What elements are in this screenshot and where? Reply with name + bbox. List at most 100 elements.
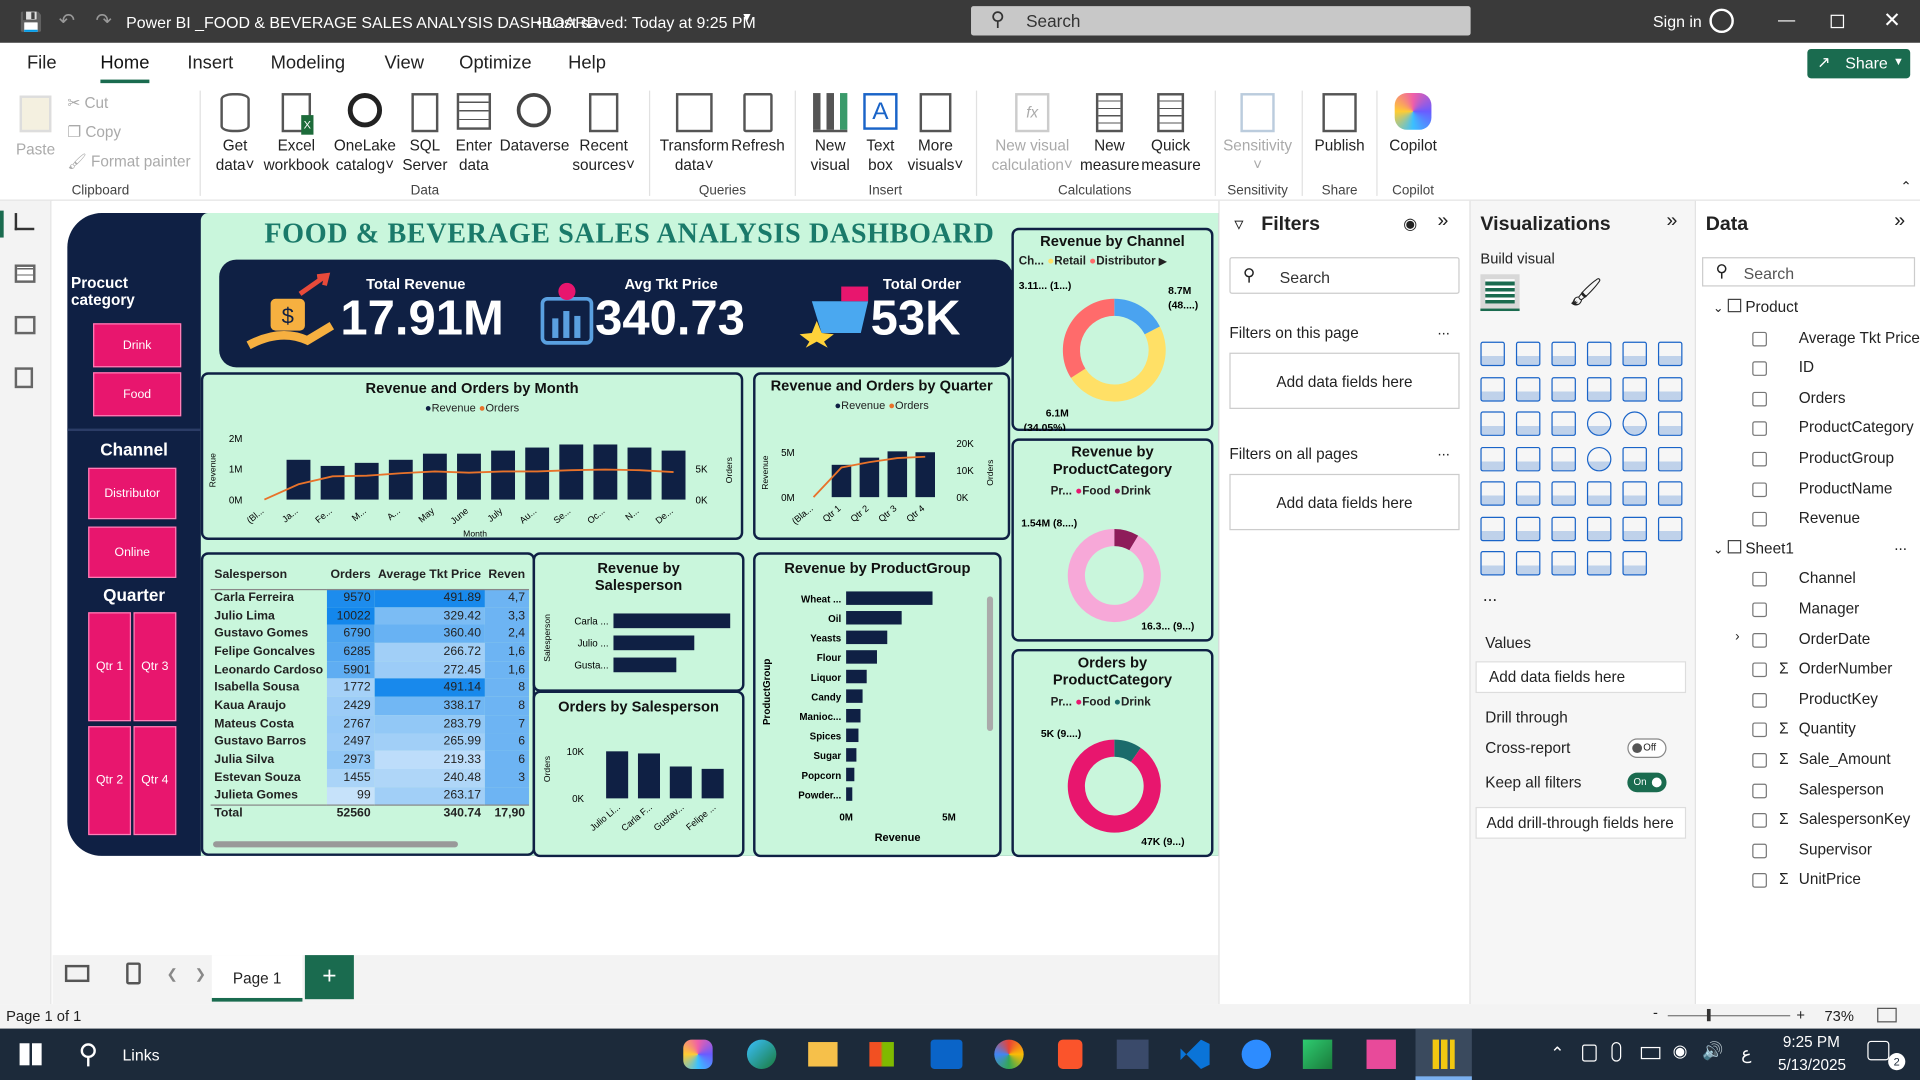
table-view-icon[interactable] <box>14 264 36 283</box>
account-icon[interactable] <box>1709 8 1734 34</box>
zoom-out-icon[interactable]: - <box>1653 1004 1658 1021</box>
app-icon[interactable] <box>1302 1039 1333 1069</box>
diamond-icon[interactable] <box>1586 551 1612 576</box>
format-visual-icon[interactable]: 🖌 <box>1569 277 1603 309</box>
line-chart-icon[interactable] <box>1480 376 1505 402</box>
table-row[interactable]: Leonardo Cardoso 5901 272.45 1,6 <box>211 660 529 679</box>
field-checkbox[interactable] <box>1752 632 1767 648</box>
redo-icon[interactable]: ↷ <box>96 9 112 33</box>
chart-quarter[interactable]: Revenue and Orders by Quarter ●Revenue ●… <box>753 372 1011 541</box>
slicer-item-food[interactable]: Food <box>93 372 182 417</box>
search-icon[interactable]: ⚲ <box>78 1038 98 1070</box>
volume-icon[interactable]: 🔊 <box>1702 1041 1723 1062</box>
100-bar-icon[interactable] <box>1622 341 1647 367</box>
field-checkbox[interactable] <box>1752 662 1767 678</box>
azure-map-icon[interactable] <box>1551 446 1576 471</box>
share-button[interactable]: ↗ Share ▼ <box>1807 48 1911 79</box>
field-name[interactable]: ID <box>1799 359 1814 376</box>
format-painter-button[interactable]: 🖌 Format painter <box>67 152 190 172</box>
paste-button[interactable]: Paste <box>15 95 57 160</box>
dataverse-button[interactable]: Dataverse <box>500 93 569 155</box>
stacked-area-icon[interactable] <box>1551 376 1576 402</box>
field-checkbox[interactable] <box>1752 873 1767 889</box>
windows-start-icon[interactable] <box>19 1043 42 1066</box>
data-search-input[interactable]: ⚲ Search <box>1702 257 1916 287</box>
treemap-icon[interactable] <box>1657 411 1683 436</box>
field-name[interactable]: SalespersonKey <box>1799 811 1910 828</box>
battery-icon[interactable] <box>1640 1046 1661 1060</box>
collapse-icon[interactable]: » <box>1667 211 1678 233</box>
sign-in-link[interactable]: Sign in <box>1653 12 1702 30</box>
r-visual-icon[interactable] <box>1622 481 1647 506</box>
slicer-icon[interactable] <box>1515 481 1541 506</box>
clustered-column-icon[interactable] <box>1586 341 1612 367</box>
field-checkbox[interactable] <box>1752 572 1767 588</box>
line-column-icon[interactable] <box>1657 376 1683 402</box>
table-row[interactable]: Mateus Costa 2767 283.79 7 <box>211 714 529 733</box>
chart-orders-category[interactable]: Orders by ProductCategory Pr... ●Food ●D… <box>1011 648 1214 858</box>
field-name[interactable]: Sale_Amount <box>1799 751 1891 768</box>
table-node[interactable]: ⌄ Sheet1 <box>1713 539 1794 557</box>
cut-button[interactable]: ✂ Cut <box>67 93 108 113</box>
filters-search-input[interactable]: ⚲ Search <box>1229 257 1460 294</box>
filters-all-dropzone[interactable]: Add data fields here <box>1229 473 1460 531</box>
column-header[interactable]: Orders <box>326 562 375 590</box>
tab-view[interactable]: View <box>384 53 423 74</box>
store-icon[interactable] <box>869 1042 894 1067</box>
save-icon[interactable]: 💾 <box>20 11 43 33</box>
field-name[interactable]: ProductKey <box>1799 690 1878 707</box>
line-stacked-icon[interactable] <box>1480 411 1505 436</box>
chevron-down-icon[interactable]: ▼ <box>741 11 753 24</box>
collapse-icon[interactable]: » <box>1438 211 1449 233</box>
field-checkbox[interactable] <box>1752 421 1767 437</box>
card-icon[interactable] <box>1622 446 1647 471</box>
report-view-icon[interactable] <box>14 213 35 231</box>
power-automate-icon[interactable] <box>1515 551 1541 576</box>
table-row[interactable]: Carla Ferreira 9570 491.89 4,7 <box>211 588 529 607</box>
field-checkbox[interactable] <box>1752 602 1767 618</box>
table-row[interactable]: Kaua Araujo 2429 338.17 8 <box>211 696 529 715</box>
vscode-icon[interactable] <box>1180 1039 1210 1069</box>
salesperson-table[interactable]: Salesperson Orders Average Tkt Price Reven C… <box>200 552 536 856</box>
table-row[interactable]: Estevan Souza 1455 240.48 3 <box>211 768 529 787</box>
slicer-item-drink[interactable]: Drink <box>93 323 182 368</box>
new-measure-button[interactable]: New measure <box>1080 93 1140 175</box>
drill-through-dropzone[interactable]: Add drill-through fields here <box>1475 806 1687 839</box>
power-apps-icon[interactable] <box>1480 551 1505 576</box>
qa-icon[interactable] <box>1551 516 1576 541</box>
metrics-icon[interactable] <box>1551 551 1576 576</box>
slicer-item-qtr1[interactable]: Qtr 1 <box>88 612 132 722</box>
field-checkbox[interactable] <box>1752 451 1767 467</box>
text-box-button[interactable]: A Text box <box>857 93 904 175</box>
excel-button[interactable]: X Excel workbook <box>261 93 332 175</box>
field-checkbox[interactable] <box>1752 783 1767 798</box>
field-checkbox[interactable] <box>1752 722 1767 738</box>
decomposition-tree-icon[interactable] <box>1515 516 1541 541</box>
dax-query-icon[interactable] <box>14 367 34 389</box>
build-visual-tab[interactable] <box>1480 274 1520 312</box>
table-row[interactable]: Julio Lima 10022 329.42 3,3 <box>211 606 529 625</box>
undo-icon[interactable]: ↶ <box>59 9 75 33</box>
horizontal-scrollbar[interactable] <box>213 841 458 848</box>
sensitivity-button[interactable]: Sensitivity ˅ <box>1221 93 1294 175</box>
table-node[interactable]: ⌄ Product <box>1713 298 1798 316</box>
chart-revenue-channel[interactable]: Revenue by Channel Ch... ●Retail ●Distri… <box>1011 227 1214 432</box>
publish-button[interactable]: Publish <box>1308 93 1372 155</box>
arrows-icon[interactable] <box>1622 551 1647 576</box>
wifi-icon[interactable]: ◉ <box>1673 1041 1688 1062</box>
stacked-column-icon[interactable] <box>1515 341 1541 367</box>
paginated-icon[interactable] <box>1622 516 1647 541</box>
recent-sources-button[interactable]: Recent sources˅ <box>571 93 637 175</box>
field-name[interactable]: OrderDate <box>1799 630 1870 647</box>
minimize-icon[interactable]: — <box>1778 10 1795 30</box>
maximize-icon[interactable] <box>1830 14 1845 29</box>
field-name[interactable]: Salesperson <box>1799 781 1884 798</box>
field-name[interactable]: Manager <box>1799 600 1859 617</box>
more-options-icon[interactable]: ... <box>1438 442 1450 459</box>
clock-time[interactable]: 9:25 PM <box>1783 1033 1840 1050</box>
tab-file[interactable]: File <box>27 53 57 74</box>
clock-date[interactable]: 5/13/2025 <box>1778 1057 1846 1074</box>
field-checkbox[interactable] <box>1752 843 1767 859</box>
more-options-icon[interactable]: ... <box>1438 321 1450 338</box>
more-visuals-button[interactable]: More visuals˅ <box>906 93 965 175</box>
